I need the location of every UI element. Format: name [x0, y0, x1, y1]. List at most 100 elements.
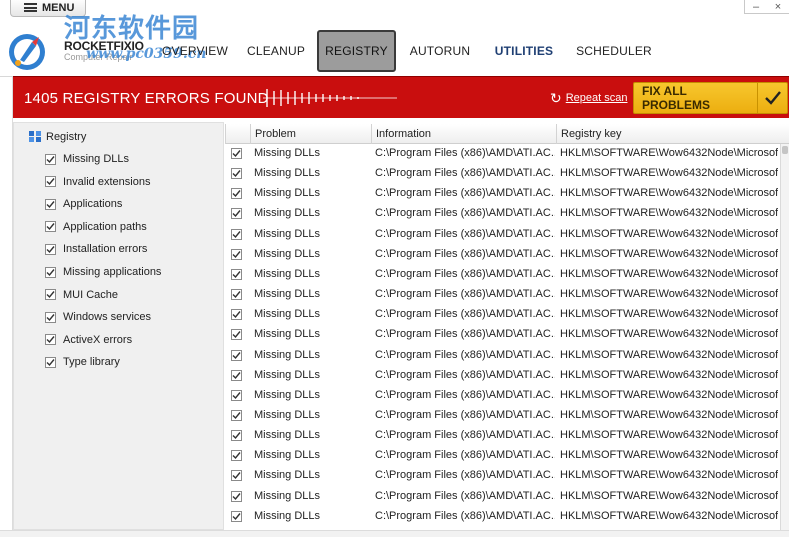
repeat-scan-link[interactable]: ↻ Repeat scan: [550, 91, 628, 105]
tree-item[interactable]: Missing applications: [45, 264, 161, 280]
cell-registry-key: HKLM\SOFTWARE\Wow6432Node\Microsoft...: [560, 247, 778, 260]
table-row[interactable]: Missing DLLs C:\Program Files (x86)\AMD\A…: [225, 386, 781, 406]
table-scrollbar[interactable]: [780, 144, 789, 530]
close-button[interactable]: ×: [767, 0, 789, 14]
table-row[interactable]: Missing DLLs C:\Program Files (x86)\AMD\A…: [225, 426, 781, 446]
row-checkbox[interactable]: [231, 228, 242, 240]
tree-item-checkbox[interactable]: [45, 198, 56, 210]
tab-cleanup[interactable]: CLEANUP: [244, 30, 308, 72]
cell-registry-key: HKLM\SOFTWARE\Wow6432Node\Microsoft...: [560, 227, 778, 240]
cell-information: C:\Program Files (x86)\AMD\ATI.AC...: [375, 167, 555, 180]
cell-registry-key: HKLM\SOFTWARE\Wow6432Node\Microsoft...: [560, 489, 778, 502]
table-header: Problem Information Registry key: [225, 124, 789, 144]
header-registry-key[interactable]: Registry key: [556, 124, 780, 144]
tree-item-checkbox[interactable]: [45, 356, 56, 368]
tree-item-checkbox[interactable]: [45, 289, 56, 301]
cell-problem: Missing DLLs: [254, 509, 321, 522]
row-checkbox[interactable]: [231, 450, 242, 462]
cell-problem: Missing DLLs: [254, 308, 321, 321]
table-row[interactable]: Missing DLLs C:\Program Files (x86)\AMD\A…: [225, 225, 781, 245]
row-checkbox[interactable]: [231, 329, 242, 341]
table-row[interactable]: Missing DLLs C:\Program Files (x86)\AMD\A…: [225, 305, 781, 325]
table-row[interactable]: Missing DLLs C:\Program Files (x86)\AMD\A…: [225, 144, 781, 164]
tree-item-checkbox[interactable]: [45, 266, 56, 278]
table-row[interactable]: Missing DLLs C:\Program Files (x86)\AMD\A…: [225, 265, 781, 285]
cell-registry-key: HKLM\SOFTWARE\Wow6432Node\Microsoft...: [560, 469, 778, 482]
cell-information: C:\Program Files (x86)\AMD\ATI.AC...: [375, 469, 555, 482]
table-row[interactable]: Missing DLLs C:\Program Files (x86)\AMD\A…: [225, 184, 781, 204]
table-row[interactable]: Missing DLLs C:\Program Files (x86)\AMD\A…: [225, 346, 781, 366]
table-row[interactable]: Missing DLLs C:\Program Files (x86)\AMD\A…: [225, 325, 781, 345]
row-checkbox[interactable]: [231, 490, 242, 502]
tree-root-registry[interactable]: Registry: [29, 129, 86, 145]
row-checkbox[interactable]: [231, 309, 242, 321]
table-row[interactable]: Missing DLLs C:\Program Files (x86)\AMD\A…: [225, 164, 781, 184]
tree-item[interactable]: Missing DLLs: [45, 151, 129, 167]
tree-item[interactable]: Windows services: [45, 309, 151, 325]
row-checkbox[interactable]: [231, 148, 242, 159]
table-row[interactable]: Missing DLLs C:\Program Files (x86)\AMD\A…: [225, 487, 781, 507]
table-row[interactable]: Missing DLLs C:\Program Files (x86)\AMD\A…: [225, 366, 781, 386]
cell-information: C:\Program Files (x86)\AMD\ATI.AC...: [375, 308, 555, 321]
cell-registry-key: HKLM\SOFTWARE\Wow6432Node\Microsoft...: [560, 408, 778, 421]
tree-item[interactable]: Applications: [45, 196, 122, 212]
tree-item-checkbox[interactable]: [45, 243, 56, 255]
row-checkbox[interactable]: [231, 268, 242, 280]
row-checkbox[interactable]: [231, 188, 242, 200]
cell-problem: Missing DLLs: [254, 469, 321, 482]
header-problem[interactable]: Problem: [250, 124, 371, 144]
tab-autorun[interactable]: AUTORUN: [408, 30, 472, 72]
row-checkbox[interactable]: [231, 369, 242, 381]
header-information[interactable]: Information: [371, 124, 556, 144]
scan-activity-icon: [263, 89, 397, 107]
table-row[interactable]: Missing DLLs C:\Program Files (x86)\AMD\A…: [225, 466, 781, 486]
table-row[interactable]: Missing DLLs C:\Program Files (x86)\AMD\A…: [225, 446, 781, 466]
cell-information: C:\Program Files (x86)\AMD\ATI.AC...: [375, 429, 555, 442]
row-checkbox[interactable]: [231, 208, 242, 220]
tab-overview[interactable]: OVERVIEW: [162, 30, 228, 72]
tree-item-checkbox[interactable]: [45, 334, 56, 346]
cell-problem: Missing DLLs: [254, 388, 321, 401]
cell-problem: Missing DLLs: [254, 227, 321, 240]
tree-item[interactable]: MUI Cache: [45, 287, 118, 303]
table-row[interactable]: Missing DLLs C:\Program Files (x86)\AMD\A…: [225, 204, 781, 224]
tree-item-checkbox[interactable]: [45, 311, 56, 323]
cell-registry-key: HKLM\SOFTWARE\Wow6432Node\Microsoft...: [560, 267, 778, 280]
tree-item[interactable]: Application paths: [45, 219, 147, 235]
repeat-scan-label: Repeat scan: [565, 92, 628, 104]
window-controls: – ×: [744, 0, 789, 14]
table-row[interactable]: Missing DLLs C:\Program Files (x86)\AMD\A…: [225, 507, 781, 527]
row-checkbox[interactable]: [231, 248, 242, 260]
cell-registry-key: HKLM\SOFTWARE\Wow6432Node\Microsoft...: [560, 167, 778, 180]
tab-registry[interactable]: REGISTRY: [317, 30, 396, 72]
row-checkbox[interactable]: [231, 168, 242, 180]
tree-item[interactable]: ActiveX errors: [45, 332, 132, 348]
minimize-button[interactable]: –: [745, 0, 767, 14]
errors-found-text: 1405 REGISTRY ERRORS FOUND: [24, 90, 269, 107]
tab-utilities[interactable]: UTILITIES: [490, 30, 558, 72]
row-checkbox[interactable]: [231, 389, 242, 401]
tab-scheduler[interactable]: SCHEDULER: [576, 30, 652, 72]
cell-information: C:\Program Files (x86)\AMD\ATI.AC...: [375, 288, 555, 300]
table-row[interactable]: Missing DLLs C:\Program Files (x86)\AMD\A…: [225, 406, 781, 426]
tree-item[interactable]: Type library: [45, 354, 120, 370]
fix-all-problems-button[interactable]: FIX ALL PROBLEMS: [633, 82, 788, 114]
header-select-column[interactable]: [225, 124, 250, 144]
cell-information: C:\Program Files (x86)\AMD\ATI.AC...: [375, 388, 555, 401]
row-checkbox[interactable]: [231, 470, 242, 482]
table-row[interactable]: Missing DLLs C:\Program Files (x86)\AMD\A…: [225, 245, 781, 265]
tree-item[interactable]: Installation errors: [45, 241, 147, 257]
row-checkbox[interactable]: [231, 510, 242, 522]
table-row[interactable]: Missing DLLs C:\Program Files (x86)\AMD\A…: [225, 285, 781, 305]
row-checkbox[interactable]: [231, 289, 242, 300]
scrollbar-thumb[interactable]: [782, 146, 788, 154]
row-checkbox[interactable]: [231, 409, 242, 421]
row-checkbox[interactable]: [231, 430, 242, 442]
cell-problem: Missing DLLs: [254, 247, 321, 260]
tree-item-checkbox[interactable]: [45, 221, 56, 233]
cell-problem: Missing DLLs: [254, 147, 321, 159]
tree-item[interactable]: Invalid extensions: [45, 174, 150, 190]
tree-item-checkbox[interactable]: [45, 153, 56, 165]
tree-item-checkbox[interactable]: [45, 176, 56, 188]
row-checkbox[interactable]: [231, 349, 242, 361]
